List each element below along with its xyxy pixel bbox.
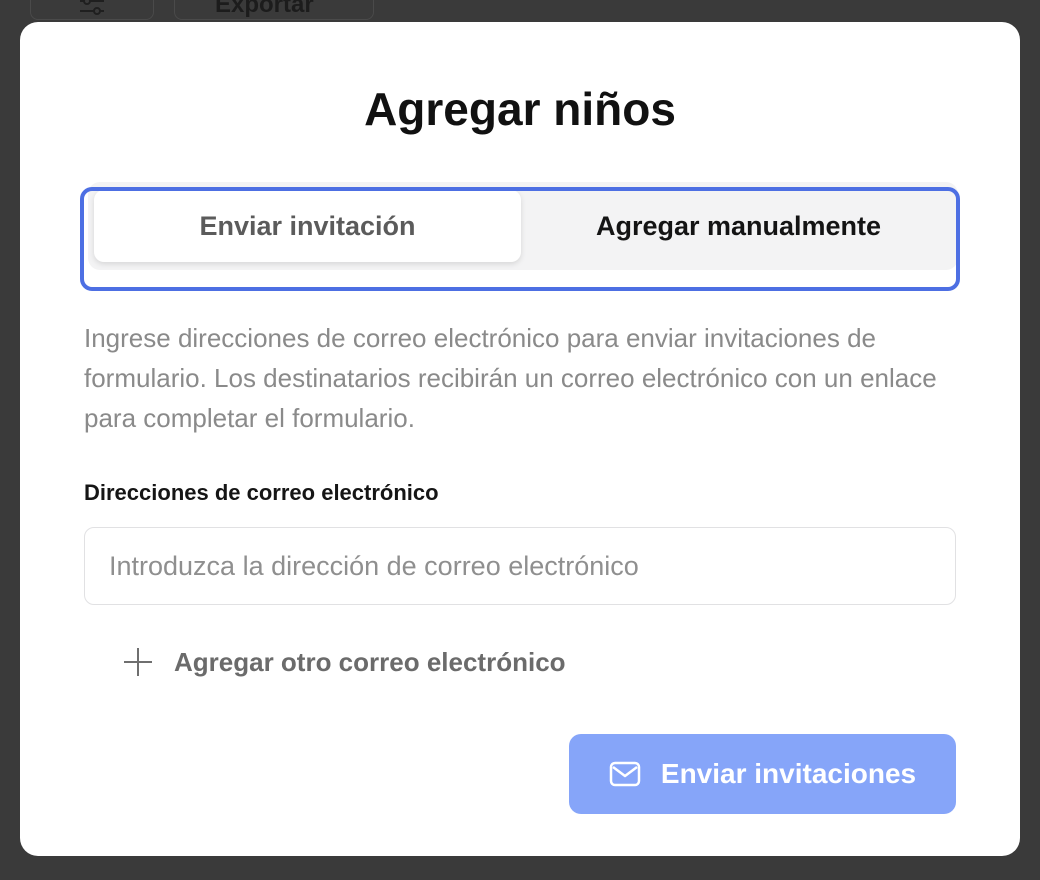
plus-icon — [120, 644, 156, 680]
add-another-email-button[interactable]: Agregar otro correo electrónico — [120, 640, 566, 684]
email-field-label: Direcciones de correo electrónico — [84, 480, 439, 505]
add-children-dialog: Agregar niños Enviar invitación Agregar … — [20, 22, 1020, 856]
dialog-description: Ingrese direcciones de correo electrónic… — [84, 323, 937, 433]
tabs-focus-outline — [80, 187, 960, 291]
email-input[interactable] — [84, 527, 956, 605]
send-invitations-button[interactable]: Enviar invitaciones — [569, 734, 956, 814]
background-right-column: S a a a a a a — [1020, 0, 1040, 880]
background-filter-button — [30, 0, 154, 20]
background-export-label: Exportar — [215, 0, 314, 18]
background-export-button: Exportar — [174, 0, 374, 20]
send-invitations-label: Enviar invitaciones — [660, 758, 917, 789]
dialog-title: Agregar niños — [364, 83, 676, 135]
add-another-email-label: Agregar otro correo electrónico — [174, 646, 566, 677]
sliders-icon — [80, 0, 104, 15]
mail-icon — [609, 761, 641, 787]
background-toolbar: Exportar — [30, 0, 374, 20]
